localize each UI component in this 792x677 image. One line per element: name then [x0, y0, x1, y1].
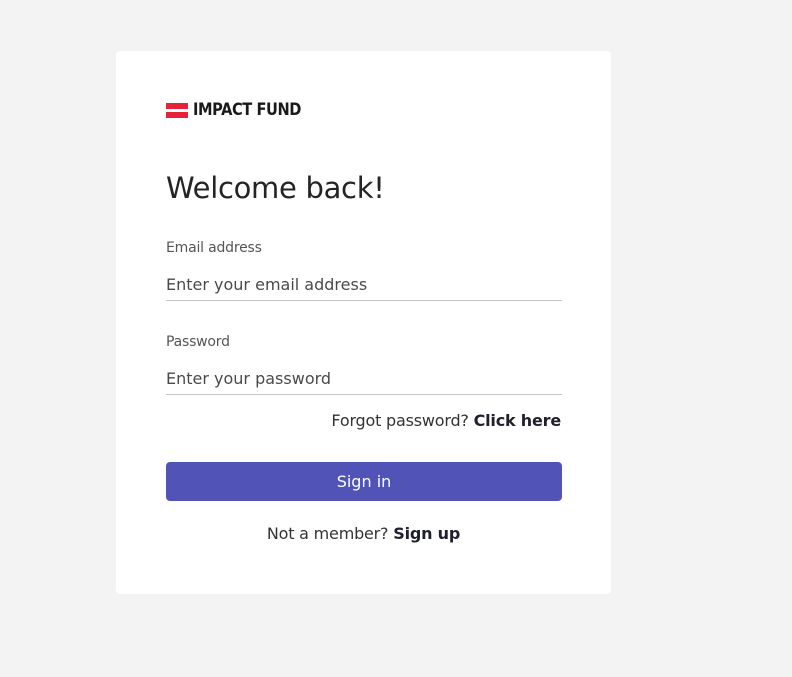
flag-icon — [166, 102, 188, 119]
page-title: Welcome back! — [166, 171, 385, 205]
sign-up-row: Not a member? Sign up — [116, 524, 611, 543]
forgot-password-link[interactable]: Click here — [474, 411, 562, 430]
forgot-password-row: Forgot password? Click here — [331, 411, 561, 430]
forgot-password-prompt: Forgot password? — [331, 411, 469, 430]
email-label: Email address — [166, 240, 262, 256]
brand-logo: IMPACT FUND — [166, 99, 319, 121]
password-label: Password — [166, 334, 230, 350]
email-field[interactable] — [166, 269, 562, 301]
brand-name: IMPACT FUND — [193, 100, 301, 120]
login-card: IMPACT FUND Welcome back! Email address … — [116, 51, 611, 594]
sign-in-button[interactable]: Sign in — [166, 462, 562, 501]
sign-up-prompt: Not a member? — [266, 524, 389, 543]
password-field[interactable] — [166, 363, 562, 395]
sign-up-link[interactable]: Sign up — [393, 524, 460, 543]
